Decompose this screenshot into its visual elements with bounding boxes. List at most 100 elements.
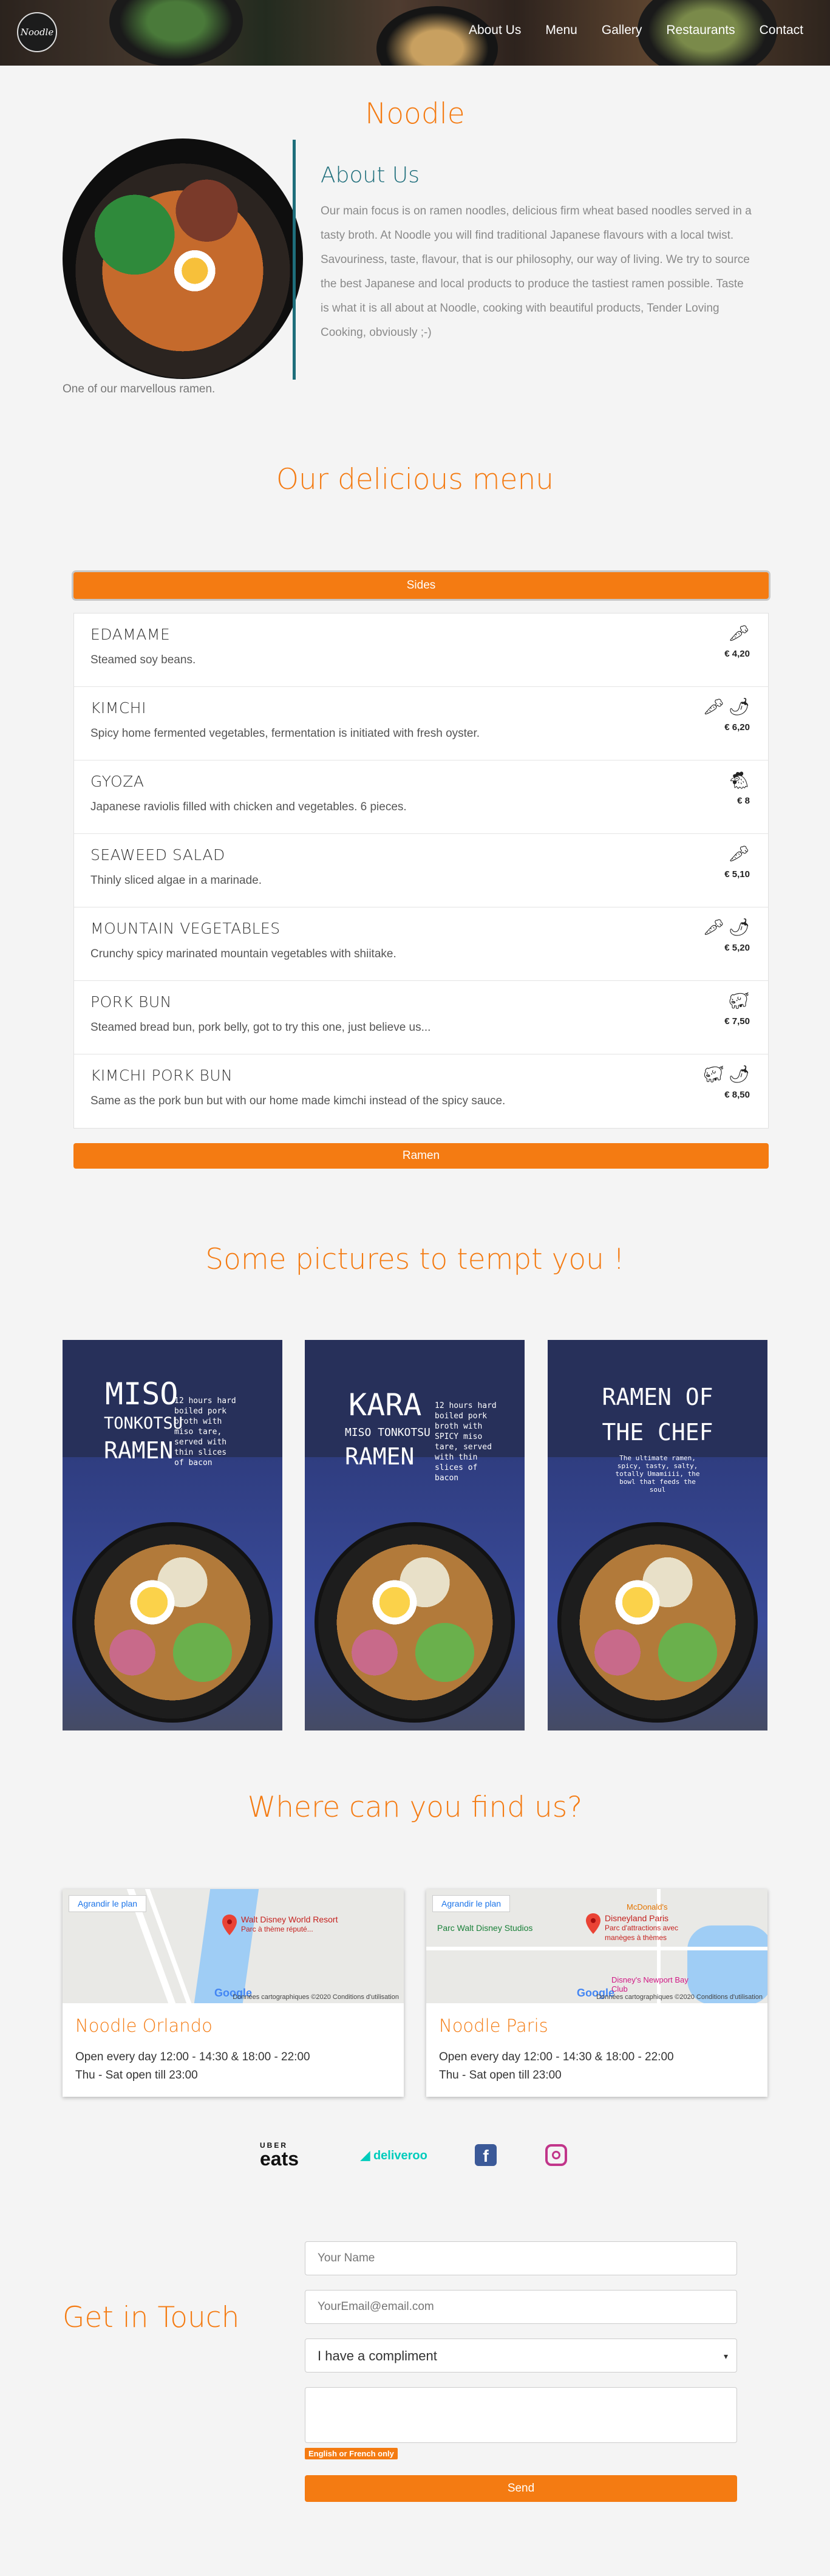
item-description: Same as the pork bun but with our home m… bbox=[90, 1095, 506, 1107]
poster-line2: MISO TONKOTSU bbox=[345, 1426, 430, 1439]
menu-item: GYOZA Japanese raviolis filled with chic… bbox=[74, 760, 768, 834]
nav-gallery[interactable]: Gallery bbox=[602, 23, 642, 38]
item-price: € 8 bbox=[737, 796, 750, 806]
item-price: € 6,20 bbox=[724, 722, 750, 733]
tab-sides[interactable]: Sides bbox=[73, 572, 769, 599]
map-paris[interactable]: Agrandir le plan Parc Walt Disney Studio… bbox=[426, 1889, 767, 2003]
item-description: Steamed bread bun, pork belly, got to tr… bbox=[90, 1021, 431, 1034]
site-header: Noodle About Us Menu Gallery Restaurants… bbox=[0, 0, 830, 66]
nav-contact[interactable]: Contact bbox=[760, 23, 803, 38]
location-hours: Open every day 12:00 - 14:30 & 18:00 - 2… bbox=[439, 2051, 674, 2082]
map-attribution[interactable]: Données cartographiques ©2020 Conditions… bbox=[596, 1993, 763, 2001]
tab-ramen[interactable]: Ramen bbox=[73, 1143, 769, 1169]
veggie-icon: 🥕︎ bbox=[702, 697, 725, 716]
pork-icon: 🐖︎ bbox=[702, 1065, 725, 1084]
veggie-icon: 🥕︎ bbox=[702, 918, 725, 937]
ubereats-link[interactable]: UBER eats bbox=[260, 2142, 299, 2168]
map-pin-icon[interactable] bbox=[585, 1913, 601, 1934]
poster-line1: KARA bbox=[349, 1387, 422, 1423]
location-hours: Open every day 12:00 - 14:30 & 18:00 - 2… bbox=[75, 2051, 310, 2082]
facebook-icon[interactable]: f bbox=[475, 2144, 497, 2166]
main-nav: About Us Menu Gallery Restaurants Contac… bbox=[469, 23, 803, 38]
location-name: Noodle Orlando bbox=[75, 2015, 213, 2036]
poster-line2: THE CHEF bbox=[602, 1419, 713, 1446]
poster-line1: RAMEN OF bbox=[602, 1384, 713, 1410]
nav-menu[interactable]: Menu bbox=[545, 23, 577, 38]
location-name: Noodle Paris bbox=[439, 2015, 548, 2036]
poster-line3: RAMEN bbox=[345, 1443, 415, 1470]
chili-icon: 🌶︎ bbox=[728, 697, 750, 716]
item-description: Thinly sliced algae in a marinade. bbox=[90, 874, 262, 887]
logo-text: Noodle bbox=[20, 27, 54, 38]
name-input[interactable] bbox=[305, 2241, 737, 2275]
poster-blurb: The ultimate ramen, spicy, tasty, salty, t… bbox=[615, 1454, 700, 1494]
map-attribution[interactable]: Données cartographiques ©2020 Conditions… bbox=[233, 1993, 399, 2001]
item-price: € 5,10 bbox=[724, 869, 750, 880]
poster-line2: TONKOTSU bbox=[104, 1414, 183, 1433]
pin-label: Disneyland Paris Parc d'attractions avec … bbox=[605, 1913, 679, 1942]
map-orlando[interactable]: Agrandir le plan Walt Disney World Resor… bbox=[63, 1889, 404, 2003]
pin-label: Walt Disney World Resort Parc à thème rép… bbox=[241, 1915, 338, 1933]
poster-line3: RAMEN bbox=[104, 1437, 174, 1464]
gallery-image-miso[interactable]: MISO TONKOTSU RAMEN 12 hours hard boiled … bbox=[63, 1340, 282, 1730]
gallery-image-chef[interactable]: RAMEN OF THE CHEF The ultimate ramen, spi… bbox=[548, 1340, 767, 1730]
map-enlarge-button[interactable]: Agrandir le plan bbox=[432, 1895, 511, 1912]
menu-item: MOUNTAIN VEGETABLES Crunchy spicy marina… bbox=[74, 907, 768, 981]
gallery-image-kara[interactable]: KARA MISO TONKOTSU RAMEN 12 hours hard bo… bbox=[305, 1340, 525, 1730]
language-note: English or French only bbox=[305, 2448, 398, 2459]
gallery-title: Some pictures to tempt you ! bbox=[205, 1243, 625, 1276]
pork-icon: 🐖︎ bbox=[728, 991, 750, 1010]
email-input[interactable] bbox=[305, 2290, 737, 2324]
contact-title: Get in Touch bbox=[63, 2301, 240, 2334]
item-price: € 8,50 bbox=[724, 1090, 750, 1100]
locations-title: Where can you find us? bbox=[247, 1791, 583, 1824]
about-divider bbox=[293, 140, 296, 380]
item-price: € 7,50 bbox=[724, 1016, 750, 1027]
menu-item: KIMCHI Spicy home fermented vegetables, … bbox=[74, 687, 768, 760]
instagram-icon[interactable] bbox=[545, 2144, 567, 2166]
map-label: Parc Walt Disney Studios bbox=[437, 1923, 533, 1933]
nav-about-us[interactable]: About Us bbox=[469, 23, 521, 38]
veggie-icon: 🥕︎ bbox=[728, 624, 750, 643]
subject-select[interactable]: I have a compliment ▾ bbox=[305, 2339, 737, 2373]
item-name: SEAWEED SALAD bbox=[90, 846, 225, 864]
chili-icon: 🌶︎ bbox=[728, 918, 750, 937]
chevron-down-icon: ▾ bbox=[723, 2351, 728, 2361]
about-text: Our main focus is on ramen noodles, deli… bbox=[321, 205, 752, 339]
menu-item: PORK BUN Steamed bread bun, pork belly, … bbox=[74, 981, 768, 1054]
item-name: KIMCHI bbox=[90, 699, 146, 717]
item-name: KIMCHI PORK BUN bbox=[90, 1067, 233, 1084]
map-label: Disney's Newport Bay Club bbox=[611, 1975, 689, 1993]
header-photo-bowl bbox=[109, 0, 243, 66]
message-textarea[interactable] bbox=[305, 2387, 737, 2443]
logo[interactable]: Noodle bbox=[17, 12, 57, 52]
chili-icon: 🌶︎ bbox=[728, 1065, 750, 1084]
send-button[interactable]: Send bbox=[305, 2475, 737, 2502]
item-description: Japanese raviolis filled with chicken an… bbox=[90, 801, 407, 813]
item-name: PORK BUN bbox=[90, 993, 172, 1011]
menu-item: KIMCHI PORK BUN Same as the pork bun but… bbox=[74, 1054, 768, 1128]
item-name: GYOZA bbox=[90, 773, 145, 790]
menu-list: EDAMAME Steamed soy beans. 🥕︎ € 4,20 KIM… bbox=[73, 613, 769, 1129]
chicken-icon: 🐔︎ bbox=[728, 771, 750, 790]
veggie-icon: 🥕︎ bbox=[728, 844, 750, 863]
map-enlarge-button[interactable]: Agrandir le plan bbox=[69, 1895, 147, 1912]
about-title: About Us bbox=[321, 163, 420, 188]
photo-caption: One of our marvellous ramen. bbox=[63, 383, 216, 395]
menu-title: Our delicious menu bbox=[276, 463, 554, 496]
location-card-paris: Agrandir le plan Parc Walt Disney Studio… bbox=[426, 1889, 767, 2097]
nav-restaurants[interactable]: Restaurants bbox=[666, 23, 735, 38]
poster-line1: MISO bbox=[105, 1376, 179, 1412]
site-title: Noodle bbox=[365, 97, 465, 131]
item-price: € 4,20 bbox=[724, 649, 750, 659]
map-pin-icon[interactable] bbox=[222, 1915, 237, 1935]
item-name: MOUNTAIN VEGETABLES bbox=[90, 920, 281, 937]
deliveroo-link[interactable]: ◢ deliveroo bbox=[361, 2148, 427, 2163]
location-card-orlando: Agrandir le plan Walt Disney World Resor… bbox=[63, 1889, 404, 2097]
ramen-photo bbox=[63, 138, 303, 379]
item-description: Steamed soy beans. bbox=[90, 654, 196, 666]
poster-blurb: 12 hours hard boiled pork broth with miso t… bbox=[174, 1396, 236, 1467]
menu-item: EDAMAME Steamed soy beans. 🥕︎ € 4,20 bbox=[74, 613, 768, 687]
poster-blurb: 12 hours hard boiled pork broth with SPICY … bbox=[435, 1401, 497, 1483]
map-label: McDonald's bbox=[627, 1902, 668, 1912]
